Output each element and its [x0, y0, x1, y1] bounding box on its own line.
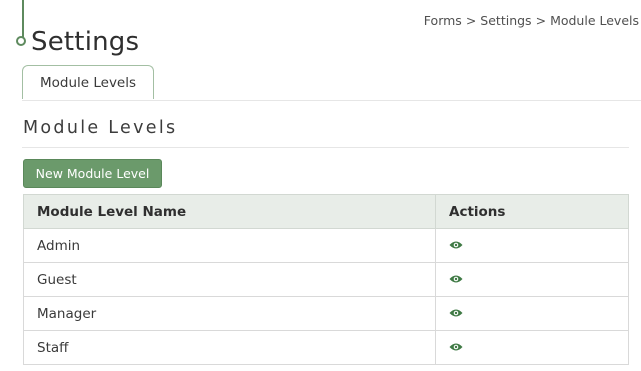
table-row: Manager — [23, 296, 629, 331]
timeline-node-icon — [16, 36, 26, 46]
column-header-actions: Actions — [435, 194, 629, 229]
section-divider — [22, 147, 629, 148]
eye-icon[interactable] — [449, 272, 463, 288]
module-level-name: Guest — [23, 262, 436, 297]
table-row: Guest — [23, 262, 629, 297]
tab-module-levels[interactable]: Module Levels — [22, 65, 154, 99]
module-level-name: Staff — [23, 330, 436, 365]
breadcrumb-separator: > — [535, 13, 547, 28]
page-title: Settings — [31, 27, 140, 57]
table-row: Admin — [23, 228, 629, 263]
tab-bar: Module Levels — [22, 65, 641, 101]
eye-icon[interactable] — [449, 340, 463, 356]
table-row: Staff — [23, 330, 629, 365]
module-level-name: Manager — [23, 296, 436, 331]
eye-icon[interactable] — [449, 306, 463, 322]
timeline-line — [22, 0, 24, 38]
breadcrumb-current: Module Levels — [550, 13, 639, 28]
eye-icon[interactable] — [449, 238, 463, 254]
column-header-name[interactable]: Module Level Name — [23, 194, 436, 229]
module-levels-table: Module Level Name Actions Admin Guest Ma… — [23, 194, 629, 365]
breadcrumb: Forms > Settings > Module Levels — [424, 13, 639, 28]
actions-cell — [435, 262, 629, 297]
new-module-level-button[interactable]: New Module Level — [23, 159, 162, 188]
breadcrumb-separator: > — [465, 13, 477, 28]
table-header-row: Module Level Name Actions — [23, 194, 629, 229]
actions-cell — [435, 296, 629, 331]
actions-cell — [435, 330, 629, 365]
module-level-name: Admin — [23, 228, 436, 263]
actions-cell — [435, 228, 629, 263]
breadcrumb-settings[interactable]: Settings — [480, 13, 531, 28]
breadcrumb-forms[interactable]: Forms — [424, 13, 462, 28]
section-title: Module Levels — [23, 118, 178, 138]
